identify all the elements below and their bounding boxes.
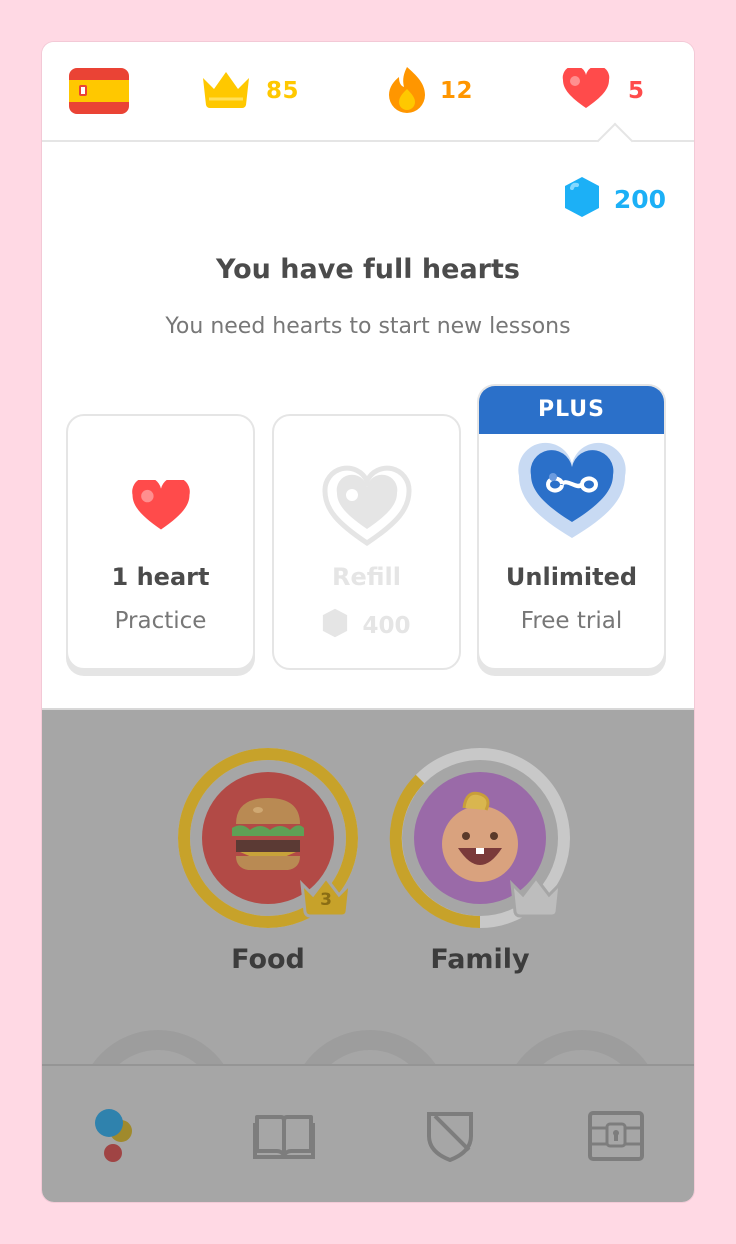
option-subtitle: Free trial <box>520 608 623 634</box>
option-subtitle: Practice <box>114 608 207 634</box>
flame-icon <box>388 65 426 117</box>
heart-icon <box>562 65 610 114</box>
skill-label: Food <box>231 944 305 975</box>
plus-ribbon: PLUS <box>479 386 664 434</box>
popover-subtitle: You need hearts to start new lessons <box>165 314 571 339</box>
option-title: 1 heart <box>111 563 210 591</box>
gem-icon <box>564 176 600 222</box>
refill-price-value: 400 <box>362 613 411 639</box>
locked-skill-circle <box>290 1030 450 1064</box>
crown-icon <box>510 875 562 918</box>
skill-food[interactable]: 3 Food <box>176 746 360 975</box>
hearts-popover: 200 You have full hearts You need hearts… <box>42 142 694 708</box>
refill-option-card: Refill 400 <box>272 414 461 670</box>
leagues-icon[interactable] <box>418 1104 482 1168</box>
skill-tree-overlay[interactable]: 3 Food Family <box>42 708 694 1064</box>
skill-label: Family <box>430 944 530 975</box>
refill-price: 400 <box>274 608 459 644</box>
heart-icon <box>68 466 253 546</box>
bottom-nav <box>42 1064 694 1202</box>
shop-icon[interactable] <box>584 1104 648 1168</box>
spain-flag-icon[interactable] <box>69 68 129 114</box>
locked-skill-circle <box>502 1030 662 1064</box>
stories-icon[interactable] <box>252 1104 316 1168</box>
popover-title: You have full hearts <box>216 254 520 285</box>
crown-level: 3 <box>320 890 332 910</box>
gems-count: 200 <box>613 184 666 214</box>
crown-level-badge: 3 <box>298 874 354 918</box>
option-title: Unlimited <box>505 563 638 591</box>
crowns-stat[interactable]: 85 <box>200 66 299 116</box>
streak-stat[interactable]: 12 <box>388 66 473 116</box>
hearts-stat[interactable]: 5 <box>562 65 645 116</box>
burger-icon <box>232 798 304 870</box>
plus-option-card[interactable]: PLUS Unlimited Free trial <box>477 384 666 670</box>
skill-family[interactable]: Family <box>388 746 572 975</box>
crowns-count: 85 <box>266 78 300 104</box>
gem-icon <box>322 608 348 644</box>
crown-icon <box>200 69 252 113</box>
app-window: 85 12 5 200 You have full hearts You nee… <box>42 42 694 1202</box>
learn-icon[interactable] <box>84 1104 148 1168</box>
streak-count: 12 <box>440 78 474 104</box>
practice-option-card[interactable]: 1 heart Practice <box>66 414 255 670</box>
option-title: Refill <box>332 563 401 591</box>
infinity-heart-icon <box>479 442 664 538</box>
locked-skill-circle <box>78 1030 238 1064</box>
hearts-count: 5 <box>628 78 645 104</box>
gems-balance: 200 <box>564 176 666 222</box>
stats-bar: 85 12 5 <box>42 42 694 142</box>
heart-outline-icon <box>274 465 459 547</box>
